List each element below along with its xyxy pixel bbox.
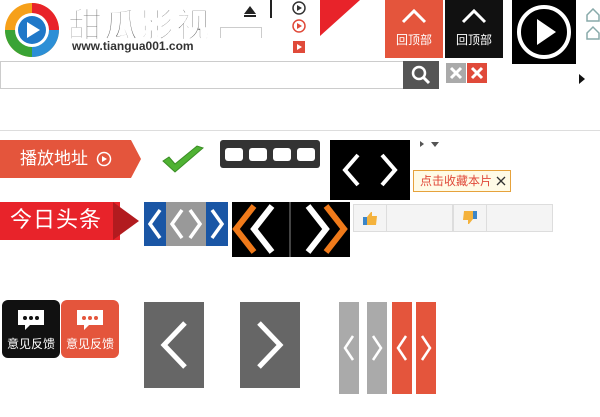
logo-icon: [5, 3, 59, 57]
back-to-top-label: 回顶部: [395, 33, 432, 47]
chevron-up-icon: [461, 8, 487, 24]
next-strip-button[interactable]: [416, 302, 436, 394]
home-icon[interactable]: [586, 8, 600, 42]
logo-url: www.tiangua001.com: [72, 39, 194, 53]
thumb-up-icon: [363, 212, 377, 225]
dislike-divider: [486, 205, 487, 231]
close-icon: [449, 66, 463, 80]
back-to-top-button[interactable]: 回顶部: [445, 0, 503, 58]
feedback-button[interactable]: 意见反馈: [2, 300, 60, 358]
chevron-right-icon: [420, 335, 432, 361]
chevron-left-icon: [396, 335, 408, 361]
play-address-label[interactable]: 播放地址: [0, 140, 131, 178]
next-strip-button[interactable]: [367, 302, 387, 394]
favorite-tooltip: 点击收藏本片: [413, 170, 512, 192]
pagination-dot[interactable]: [225, 148, 243, 161]
dislike-button[interactable]: [453, 204, 553, 232]
mini-tab[interactable]: [220, 27, 262, 38]
pagination-dot[interactable]: [273, 148, 291, 161]
slide-nav-orange[interactable]: [232, 202, 350, 257]
search-icon: [411, 65, 431, 85]
pagination-dot[interactable]: [297, 148, 315, 161]
chevron-left-icon: [343, 335, 355, 361]
chevron-right-icon: [257, 321, 284, 369]
search-input[interactable]: [0, 61, 438, 89]
back-to-top-label: 回顶部: [455, 33, 492, 47]
search-button[interactable]: [403, 61, 439, 89]
previous-strip-button[interactable]: [392, 302, 412, 394]
slide-nav-black[interactable]: [330, 140, 410, 200]
slide-nav-blue[interactable]: [144, 202, 228, 246]
play-icon[interactable]: [292, 19, 306, 33]
caret-up-icon[interactable]: [243, 4, 257, 18]
favorite-tooltip-text: 点击收藏本片: [420, 174, 493, 188]
close-icon[interactable]: [496, 176, 506, 186]
chevron-right-icon[interactable]: [378, 152, 400, 188]
feedback-button[interactable]: 意见反馈: [61, 300, 119, 358]
section-divider: [0, 130, 600, 131]
dropdown-arrows-icon[interactable]: [419, 140, 443, 150]
play-icon[interactable]: [292, 40, 306, 54]
headline-banner[interactable]: 今日头条: [0, 202, 120, 240]
back-to-top-button[interactable]: 回顶部: [385, 0, 443, 58]
play-address-tip: [131, 140, 141, 178]
feedback-label: 意见反馈: [65, 337, 114, 351]
chat-bubble-icon: [77, 310, 103, 330]
red-corner-flag: [320, 0, 360, 36]
play-address-text: 播放地址: [20, 149, 88, 169]
chevron-left-icon: [160, 321, 187, 369]
chat-bubble-icon: [18, 310, 44, 330]
pagination-dot[interactable]: [249, 148, 267, 161]
caret-right-icon[interactable]: [578, 73, 586, 85]
thumb-down-icon: [463, 211, 477, 224]
clear-button[interactable]: [446, 63, 466, 83]
headline-text: 今日头条: [10, 208, 103, 233]
play-button[interactable]: [512, 0, 576, 64]
play-icon[interactable]: [292, 1, 306, 15]
chevron-right-icon: [371, 335, 383, 361]
divider-line: [270, 0, 272, 18]
like-divider: [386, 205, 387, 231]
chevron-left-icon[interactable]: [340, 152, 362, 188]
previous-strip-button[interactable]: [339, 302, 359, 394]
play-icon: [96, 151, 112, 167]
chevron-up-icon: [401, 8, 427, 24]
previous-button[interactable]: [144, 302, 204, 388]
close-button[interactable]: [467, 63, 487, 83]
like-button[interactable]: [353, 204, 453, 232]
next-button[interactable]: [240, 302, 300, 388]
check-icon: [162, 145, 204, 173]
headline-banner-fold: [113, 202, 139, 240]
feedback-label: 意见反馈: [6, 337, 55, 351]
pagination-dots[interactable]: [220, 140, 320, 168]
play-icon: [517, 5, 571, 59]
close-icon: [470, 66, 484, 80]
